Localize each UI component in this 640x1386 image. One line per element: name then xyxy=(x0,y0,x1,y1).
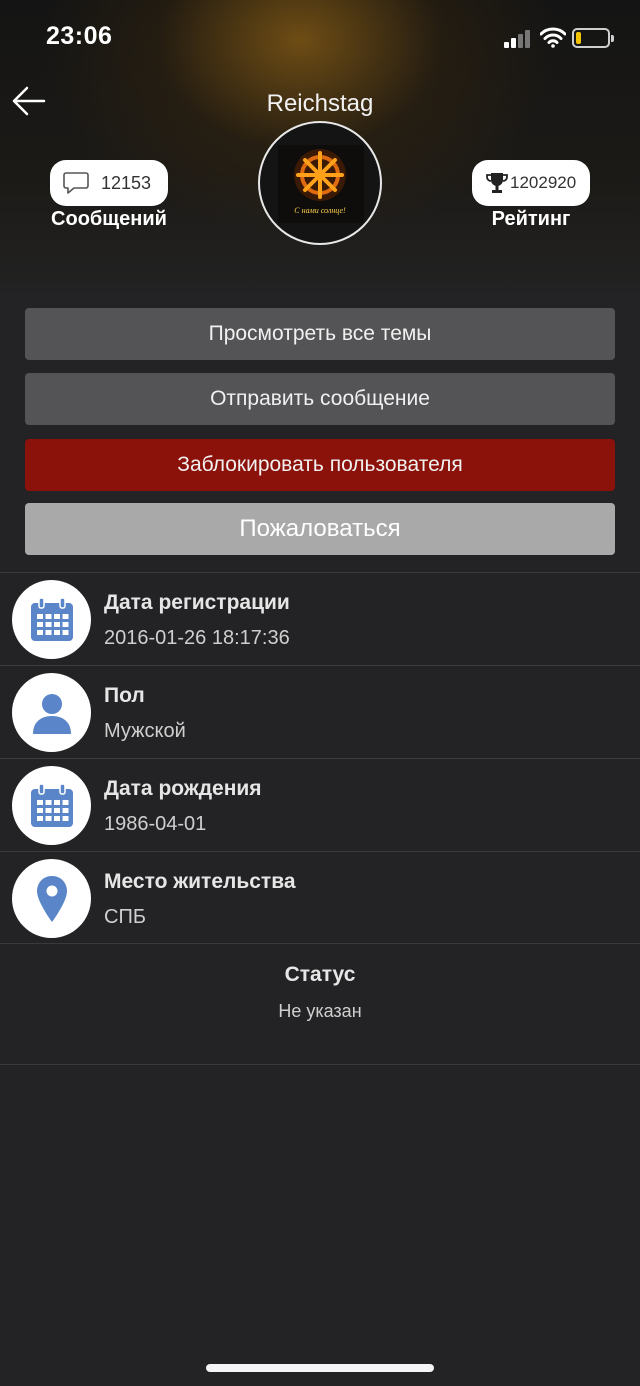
send-message-button[interactable]: Отправить сообщение xyxy=(25,373,615,425)
gender-title: Пол xyxy=(104,684,145,707)
home-indicator[interactable] xyxy=(206,1364,434,1372)
cellular-signal-icon xyxy=(504,28,534,48)
location-pin-icon xyxy=(12,859,91,938)
block-user-button[interactable]: Заблокировать пользователя xyxy=(25,439,615,491)
registration-date-title: Дата регистрации xyxy=(104,591,290,614)
messages-label: Сообщений xyxy=(51,208,167,230)
rating-value: 1202920 xyxy=(510,173,577,192)
status-title: Статус xyxy=(284,963,356,986)
chat-bubble-icon xyxy=(63,172,89,194)
birth-date-value: 1986-04-01 xyxy=(104,813,207,835)
rating-badge[interactable]: 1202920 xyxy=(472,160,590,206)
status-time: 23:06 xyxy=(46,22,113,50)
rating-label: Рейтинг xyxy=(491,208,571,230)
profile-username: Reichstag xyxy=(266,90,374,117)
profile-header: 23:06 Reichstag С нами солнце! 12153 Соо… xyxy=(0,0,640,292)
calendar-icon xyxy=(12,766,91,845)
info-row-gender: Пол Мужской xyxy=(0,665,640,758)
wifi-icon xyxy=(540,27,566,48)
registration-date-value: 2016-01-26 18:17:36 xyxy=(104,627,290,649)
gender-value: Мужской xyxy=(104,720,186,742)
calendar-icon xyxy=(12,580,91,659)
user-icon xyxy=(12,673,91,752)
svg-text:С нами солнце!: С нами солнце! xyxy=(294,206,346,215)
battery-icon xyxy=(572,28,614,48)
info-row-residence: Место жительства СПБ xyxy=(0,851,640,944)
residence-title: Место жительства xyxy=(104,870,296,893)
status-value: Не указан xyxy=(278,1001,362,1021)
birth-date-title: Дата рождения xyxy=(104,777,262,800)
residence-value: СПБ xyxy=(104,906,146,928)
trophy-icon xyxy=(486,173,508,193)
info-row-registration-date: Дата регистрации 2016-01-26 18:17:36 xyxy=(0,572,640,665)
report-button[interactable]: Пожаловаться xyxy=(25,503,615,555)
messages-count: 12153 xyxy=(101,172,152,193)
view-all-topics-button[interactable]: Просмотреть все темы xyxy=(25,308,615,360)
kolovrat-sun-emblem: С нами солнце! xyxy=(278,145,364,223)
status-section: Статус Не указан xyxy=(0,943,640,1065)
avatar[interactable]: С нами солнце! xyxy=(258,121,382,245)
messages-count-badge[interactable]: 12153 xyxy=(50,160,168,206)
info-row-birth-date: Дата рождения 1986-04-01 xyxy=(0,758,640,851)
